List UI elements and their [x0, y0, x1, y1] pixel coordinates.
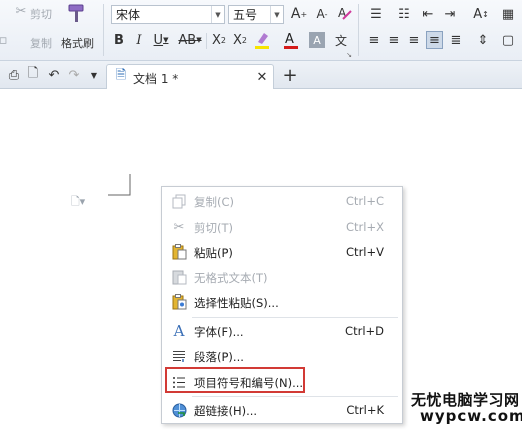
justify-icon[interactable]: ≡	[426, 31, 443, 49]
superscript-icon[interactable]: X2	[210, 32, 228, 48]
format-painter-button[interactable]: 格式刷	[61, 35, 94, 51]
chevron-down-icon: ▼	[211, 6, 224, 23]
tab-document-1[interactable]: 🗎 文档 1 * ✕	[106, 64, 274, 89]
tab-title: 文档 1 *	[133, 72, 179, 86]
copy-icon	[171, 193, 187, 209]
menu-item-paste[interactable]: 粘贴(P) Ctrl+V	[162, 240, 402, 264]
paragraph-icon	[171, 348, 187, 364]
font-size-value: 五号	[233, 8, 258, 22]
character-shading-icon[interactable]: A	[309, 32, 325, 48]
menu-item-hyperlink[interactable]: 超链接(H)... Ctrl+K	[162, 398, 402, 422]
font-family-value: 宋体	[116, 8, 141, 22]
font-color-icon[interactable]: A	[282, 30, 300, 50]
new-tab-button[interactable]: +	[281, 65, 299, 86]
menu-item-paragraph[interactable]: 段落(P)...	[162, 344, 402, 368]
svg-text:A: A	[285, 32, 294, 47]
svg-text:A: A	[338, 6, 347, 20]
menu-item-paste-special[interactable]: 选择性粘贴(S)...	[162, 290, 402, 314]
ribbon-toolbar: ✂ 剪切 ▫ 复制 格式刷 宋体 ▼ 五号 ▼ A + A- A B I U ▼ A…	[0, 0, 522, 61]
chevron-down-icon: ▼	[270, 6, 283, 23]
paste-icon	[171, 244, 187, 260]
underline-icon[interactable]: U ▼	[150, 32, 172, 48]
font-dialog-launcher-icon[interactable]: ↘	[345, 51, 353, 59]
paste-options-icon[interactable]: 🗋▾	[66, 194, 90, 210]
borders-icon[interactable]: ▢	[500, 31, 516, 49]
bold-icon[interactable]: B	[112, 32, 126, 48]
numbering-icon[interactable]: ☷	[394, 5, 414, 23]
print-icon[interactable]: ⎙	[6, 67, 22, 83]
menu-item-copy[interactable]: 复制(C) Ctrl+C	[162, 189, 402, 213]
menu-item-font[interactable]: A 字体(F)... Ctrl+D	[162, 319, 402, 343]
grow-font-icon[interactable]: A +	[290, 5, 308, 23]
paste-plain-icon	[171, 269, 187, 285]
format-painter-icon	[65, 2, 87, 26]
paste-special-icon	[171, 294, 187, 310]
menu-item-paste-plain-text[interactable]: 无格式文本(T)	[162, 265, 402, 289]
distributed-icon[interactable]: ≣	[448, 31, 464, 49]
pinyin-guide-icon[interactable]: 文	[330, 30, 352, 50]
watermark-url: wypcw.com	[420, 407, 522, 425]
italic-icon[interactable]: I	[132, 32, 146, 48]
subscript-icon[interactable]: X2	[231, 32, 249, 48]
menu-item-cut[interactable]: ✂ 剪切(T) Ctrl+X	[162, 215, 402, 239]
page-corner-mark	[108, 174, 131, 196]
undo-icon[interactable]: ↶	[46, 67, 62, 83]
cut-button[interactable]: 剪切	[30, 6, 52, 22]
table-icon[interactable]: ▦	[500, 5, 516, 23]
copy-button[interactable]: 复制	[30, 35, 52, 51]
scissors-icon: ✂	[15, 3, 27, 19]
shrink-font-icon[interactable]: A-	[313, 5, 331, 23]
increase-indent-icon[interactable]: ⇥	[442, 5, 458, 23]
font-icon: A	[173, 322, 185, 340]
clear-format-icon[interactable]: A	[336, 4, 354, 24]
scissors-icon: ✂	[173, 219, 185, 235]
strikethrough-icon[interactable]: AB ▼	[176, 32, 204, 48]
align-left-icon[interactable]: ≡	[366, 31, 382, 49]
copy-icon: ▫	[0, 32, 8, 48]
menu-separator	[192, 396, 398, 397]
highlight-annotation-box	[165, 367, 305, 393]
align-right-icon[interactable]: ≡	[406, 31, 422, 49]
font-size-select[interactable]: 五号 ▼	[228, 5, 284, 24]
redo-icon[interactable]: ↷	[66, 67, 82, 83]
text-direction-icon[interactable]: A ↕	[470, 5, 492, 23]
tab-bar: ⎙ 🗋 ↶ ↷ ▼ 🗎 文档 1 * ✕ +	[0, 61, 522, 89]
quick-access-menu-icon[interactable]: ▼	[88, 67, 100, 83]
line-spacing-icon[interactable]: ⇕	[472, 31, 494, 49]
highlight-icon[interactable]	[253, 29, 273, 51]
align-center-icon[interactable]: ≡	[386, 31, 402, 49]
bullets-icon[interactable]: ☰	[366, 5, 386, 23]
close-icon[interactable]: ✕	[255, 69, 269, 85]
menu-separator	[192, 317, 398, 318]
document-icon: 🗎	[115, 68, 127, 83]
print-preview-icon[interactable]: 🗋	[25, 66, 41, 83]
decrease-indent-icon[interactable]: ⇤	[420, 5, 436, 23]
hyperlink-icon	[171, 402, 187, 418]
font-family-select[interactable]: 宋体 ▼	[111, 5, 225, 24]
